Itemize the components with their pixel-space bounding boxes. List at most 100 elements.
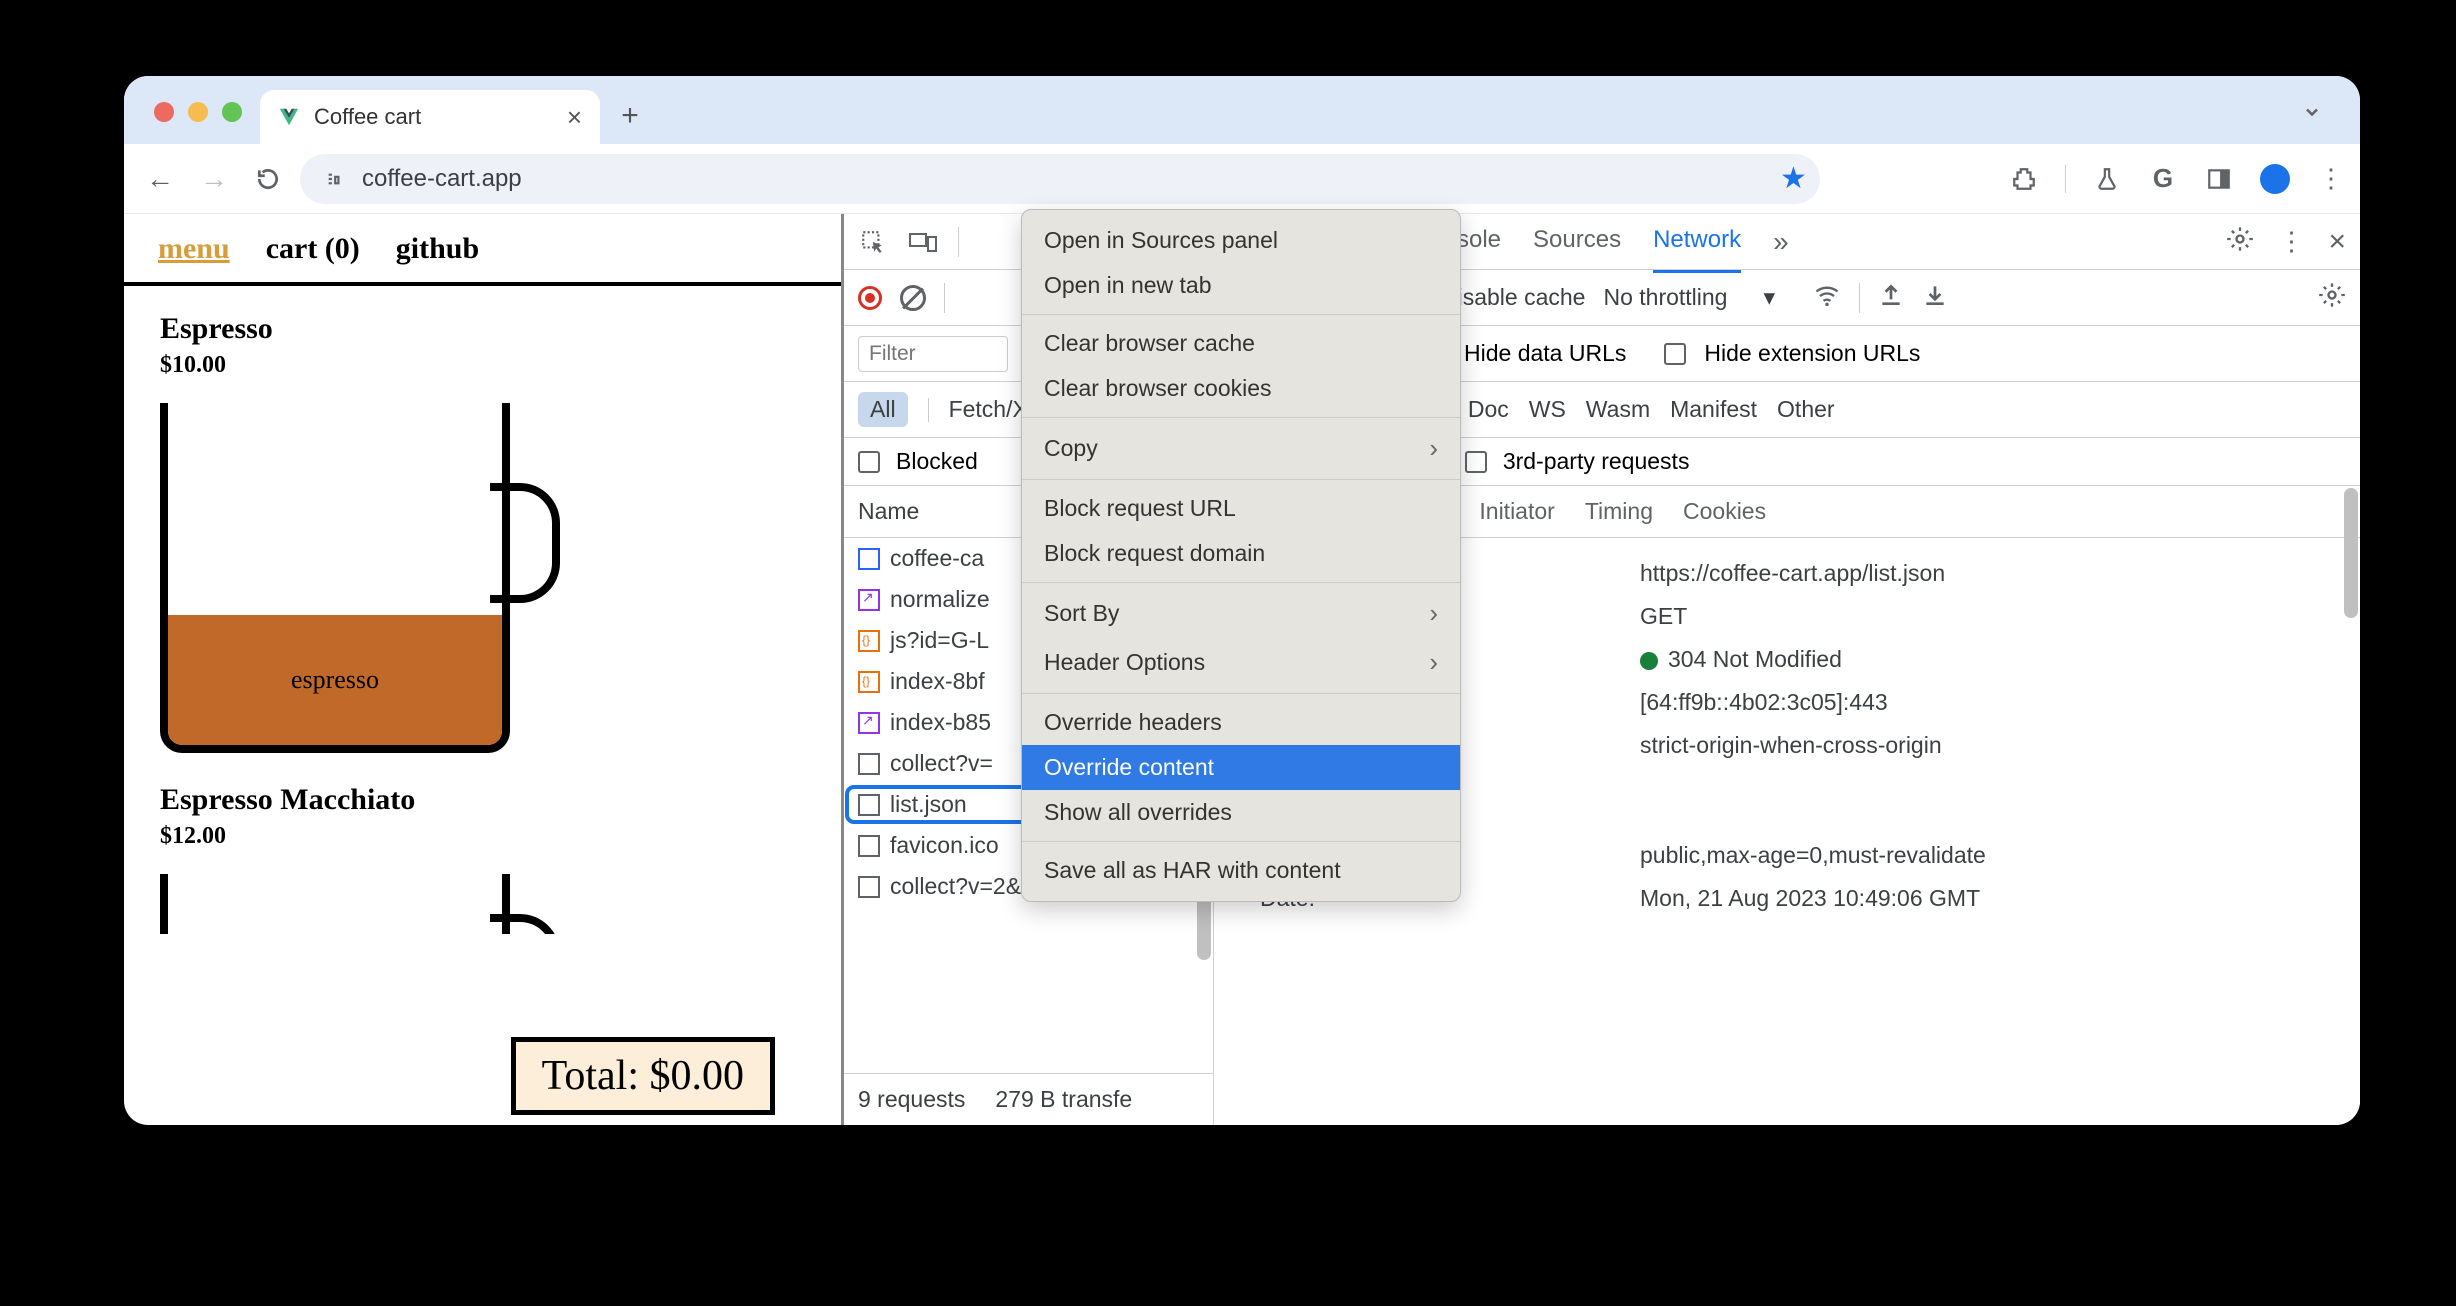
window-controls <box>154 102 242 122</box>
maximize-window-button[interactable] <box>222 102 242 122</box>
separator <box>958 227 959 257</box>
record-button[interactable] <box>858 286 882 310</box>
filter-wasm[interactable]: Wasm <box>1586 396 1650 423</box>
filter-ws[interactable]: WS <box>1529 396 1566 423</box>
tab-console[interactable]: sole <box>1457 226 1501 258</box>
url-field[interactable]: coffee-cart.app <box>300 154 1820 204</box>
status-dot-icon <box>1640 652 1658 670</box>
cart-total[interactable]: Total: $0.00 <box>511 1037 775 1115</box>
menu-separator <box>1022 417 1460 418</box>
filter-manifest[interactable]: Manifest <box>1670 396 1757 423</box>
menu-item-clear-browser-cache[interactable]: Clear browser cache <box>1022 321 1460 366</box>
bookmark-star-icon[interactable]: ★ <box>1780 161 1807 196</box>
overflow-menu-button[interactable]: ⋮ <box>2316 164 2346 194</box>
blocked-response-checkbox[interactable] <box>858 451 880 473</box>
menu-item-save-all-as-har-with-content[interactable]: Save all as HAR with content <box>1022 848 1460 893</box>
request-name: favicon.ico <box>890 832 999 859</box>
hide-extension-urls-label[interactable]: Hide extension URLs <box>1704 340 1920 367</box>
tab-sources[interactable]: Sources <box>1533 226 1621 258</box>
css-file-icon <box>858 712 880 734</box>
product-price: $10.00 <box>160 352 805 379</box>
detail-tab-timing[interactable]: Timing <box>1585 498 1653 525</box>
browser-tab[interactable]: Coffee cart × <box>260 90 600 144</box>
google-icon[interactable]: G <box>2148 164 2178 194</box>
site-settings-icon[interactable] <box>320 166 346 192</box>
coffee-cup-icon[interactable] <box>160 874 570 934</box>
thirdparty-checkbox[interactable] <box>1465 451 1487 473</box>
profile-avatar[interactable] <box>2260 164 2290 194</box>
tabs-more-icon[interactable]: » <box>1773 226 1789 258</box>
address-bar: ← → coffee-cart.app ★ G ⋮ <box>124 144 2360 214</box>
clear-button[interactable] <box>900 285 926 311</box>
device-icon[interactable] <box>908 227 938 257</box>
hide-extension-urls-checkbox[interactable] <box>1664 343 1686 365</box>
close-window-button[interactable] <box>154 102 174 122</box>
detail-tab-cookies[interactable]: Cookies <box>1683 498 1766 525</box>
coffee-cup-icon[interactable]: espresso <box>160 403 570 773</box>
blocked-response-label[interactable]: Blocked <box>896 448 978 475</box>
js-file-icon <box>858 630 880 652</box>
network-settings-icon[interactable] <box>2318 281 2346 315</box>
filter-input[interactable] <box>858 336 1008 372</box>
back-button[interactable]: ← <box>138 157 182 201</box>
doc-file-icon <box>858 548 880 570</box>
labs-icon[interactable] <box>2092 164 2122 194</box>
menu-item-sort-by[interactable]: Sort By <box>1022 589 1460 638</box>
menu-item-header-options[interactable]: Header Options <box>1022 638 1460 687</box>
close-tab-button[interactable]: × <box>567 102 582 133</box>
download-icon[interactable] <box>1922 282 1948 314</box>
xhr-file-icon <box>858 753 880 775</box>
page-viewport: menu cart (0) github Espresso $10.00 esp… <box>124 214 844 1125</box>
request-name: list.json <box>890 791 967 818</box>
menu-item-copy[interactable]: Copy <box>1022 424 1460 473</box>
scrollbar-thumb[interactable] <box>2344 488 2358 618</box>
nav-github[interactable]: github <box>396 232 479 266</box>
filter-fetch[interactable]: Fetch/X <box>949 396 1028 423</box>
tab-bar: Coffee cart × + <box>124 76 2360 144</box>
menu-item-open-in-sources-panel[interactable]: Open in Sources panel <box>1022 218 1460 263</box>
menu-item-block-request-url[interactable]: Block request URL <box>1022 486 1460 531</box>
reload-button[interactable] <box>246 157 290 201</box>
disable-cache-label[interactable]: Disable cache <box>1441 284 1585 311</box>
menu-item-block-request-domain[interactable]: Block request domain <box>1022 531 1460 576</box>
nav-cart[interactable]: cart (0) <box>266 232 360 266</box>
tabs-overflow-button[interactable] <box>2290 90 2334 134</box>
throttling-dropdown[interactable]: No throttling ▾ <box>1603 284 1775 311</box>
filter-doc[interactable]: Doc <box>1468 396 1509 423</box>
thirdparty-label[interactable]: 3rd-party requests <box>1503 448 1690 475</box>
hide-data-urls-label[interactable]: Hide data URLs <box>1464 340 1626 367</box>
nav-menu[interactable]: menu <box>158 232 230 266</box>
extensions-icon[interactable] <box>2009 164 2039 194</box>
panel-icon[interactable] <box>2204 164 2234 194</box>
more-icon[interactable]: ⋮ <box>2278 226 2304 257</box>
menu-item-override-headers[interactable]: Override headers <box>1022 700 1460 745</box>
tab-network[interactable]: Network <box>1653 226 1741 273</box>
upload-icon[interactable] <box>1878 282 1904 314</box>
menu-item-open-in-new-tab[interactable]: Open in new tab <box>1022 263 1460 308</box>
devtools-panel: sole Sources Network » ⋮ × Disable cache <box>844 214 2360 1125</box>
menu-item-show-all-overrides[interactable]: Show all overrides <box>1022 790 1460 835</box>
request-name: index-8bf <box>890 668 985 695</box>
filter-all[interactable]: All <box>858 392 908 427</box>
product-name: Espresso Macchiato <box>160 783 805 817</box>
xhr-file-icon <box>858 794 880 816</box>
browser-window: Coffee cart × + ← → coffee-cart.app ★ G … <box>124 76 2360 1125</box>
filter-other[interactable]: Other <box>1777 396 1835 423</box>
reload-icon <box>255 166 281 192</box>
menu-item-override-content[interactable]: Override content <box>1022 745 1460 790</box>
request-method: GET <box>1640 603 1687 630</box>
wifi-icon[interactable] <box>1813 281 1841 315</box>
settings-icon[interactable] <box>2226 225 2254 258</box>
minimize-window-button[interactable] <box>188 102 208 122</box>
inspect-icon[interactable] <box>858 227 888 257</box>
detail-tab-initiator[interactable]: Initiator <box>1479 498 1554 525</box>
chevron-down-icon <box>2302 102 2322 122</box>
forward-button[interactable]: → <box>192 157 236 201</box>
menu-item-clear-browser-cookies[interactable]: Clear browser cookies <box>1022 366 1460 411</box>
menu-separator <box>1022 479 1460 480</box>
close-devtools-icon[interactable]: × <box>2328 225 2346 259</box>
content-area: menu cart (0) github Espresso $10.00 esp… <box>124 214 2360 1125</box>
new-tab-button[interactable]: + <box>610 96 650 136</box>
vue-icon <box>278 106 300 128</box>
product-name: Espresso <box>160 312 805 346</box>
